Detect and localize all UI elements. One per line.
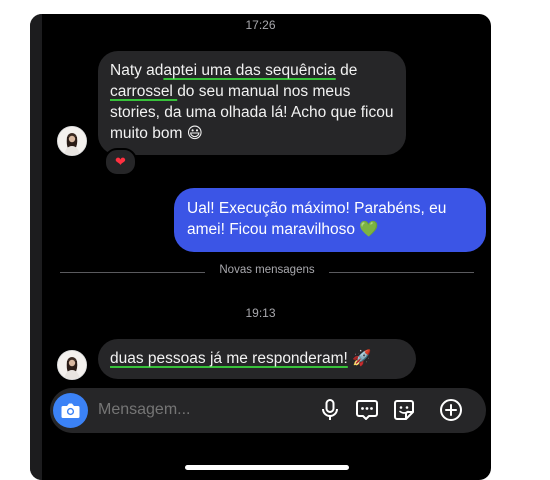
add-button[interactable]: [438, 397, 464, 423]
message-text: Naty ad: [110, 62, 164, 79]
home-indicator[interactable]: [185, 465, 349, 470]
avatar[interactable]: [57, 350, 87, 380]
microphone-icon: [322, 399, 338, 420]
smile-emoji: 😃: [186, 125, 203, 142]
sticker-icon: [394, 400, 414, 420]
message-input[interactable]: [98, 401, 298, 419]
chat-bubble-button[interactable]: [354, 397, 380, 423]
timestamp: 19:13: [245, 306, 276, 320]
timestamp: 17:26: [245, 18, 276, 32]
highlighted-text: carrossel: [110, 83, 178, 100]
left-edge: [30, 14, 42, 480]
message-text: de: [335, 62, 358, 79]
message-bubble-outgoing[interactable]: Ual! Execução máximo! Parabéns, eu amei!…: [174, 188, 486, 252]
highlighted-text: aptei uma das sequência: [163, 62, 336, 79]
green-heart-emoji: 💚: [359, 221, 379, 238]
chat-screen: 17:26 Naty adaptei uma das sequência de …: [30, 14, 491, 480]
avatar[interactable]: [57, 126, 87, 156]
message-bubble-incoming[interactable]: duas pessoas já me responderam! 🚀: [98, 339, 416, 379]
camera-icon: [61, 403, 80, 418]
rocket-emoji: 🚀: [352, 350, 372, 367]
chat-bubble-icon: [356, 400, 378, 420]
message-text: Ual! Execução máximo! Parabéns, eu amei!…: [187, 200, 447, 238]
highlighted-text: duas pessoas já me responderam!: [110, 350, 348, 367]
microphone-button[interactable]: [317, 397, 343, 423]
new-messages-divider: Novas mensagens: [60, 264, 474, 280]
plus-icon: [440, 399, 462, 421]
divider-label: Novas mensagens: [219, 264, 315, 276]
divider-line: [329, 272, 474, 273]
heart-reaction[interactable]: ❤: [104, 148, 137, 176]
sticker-button[interactable]: [391, 397, 417, 423]
avatar-photo-icon: [58, 351, 86, 379]
camera-button[interactable]: [53, 393, 88, 428]
avatar-photo-icon: [58, 127, 86, 155]
message-composer: [50, 388, 486, 433]
message-bubble-incoming[interactable]: Naty adaptei uma das sequência de carros…: [98, 51, 406, 155]
